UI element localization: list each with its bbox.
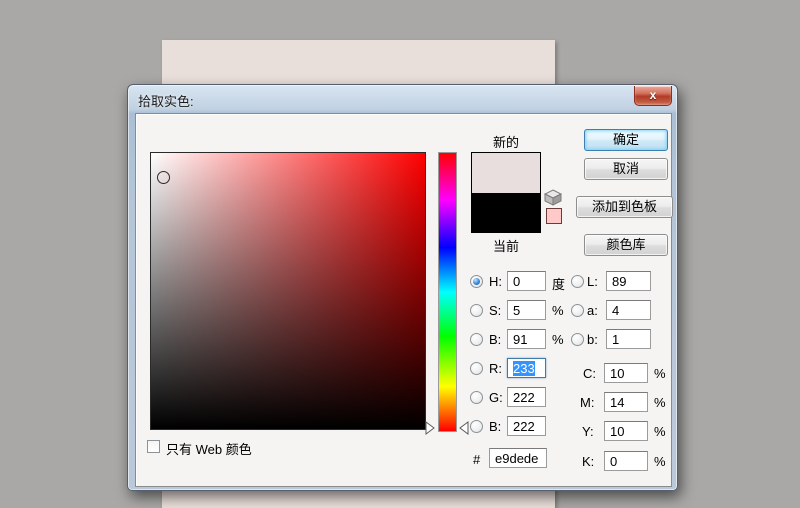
ok-button[interactable]: 确定 <box>584 129 668 151</box>
r-label: R: <box>489 361 502 376</box>
b-input[interactable]: 91 <box>507 329 546 349</box>
h-label: H: <box>489 274 502 289</box>
hue-slider-right-arrow-icon[interactable] <box>459 421 469 435</box>
lab-b-input[interactable]: 1 <box>606 329 651 349</box>
color-picker-dialog: 拾取实色: x 新的 当前 确定 取消 添加到色板 颜色库 H: 0 度 S: … <box>127 84 678 491</box>
hue-slider[interactable] <box>438 152 457 432</box>
k-label: K: <box>582 454 595 469</box>
add-to-swatches-button[interactable]: 添加到色板 <box>576 196 673 218</box>
m-unit: % <box>654 395 666 410</box>
new-color-label: 新的 <box>492 135 519 150</box>
close-icon: x <box>649 88 657 102</box>
h-unit: 度 <box>552 277 566 292</box>
color-field-marker[interactable] <box>157 171 170 184</box>
r-input[interactable]: 233 <box>507 358 546 378</box>
radio-b2[interactable] <box>470 420 483 433</box>
websafe-warning-cube-icon <box>544 189 562 206</box>
y-input[interactable]: 10 <box>604 421 648 441</box>
title-bar[interactable]: 拾取实色: x <box>128 85 677 112</box>
current-color-label: 当前 <box>492 239 519 254</box>
hue-slider-left-arrow-icon[interactable] <box>425 421 435 435</box>
web-only-checkbox[interactable] <box>147 440 160 453</box>
radio-lab-b[interactable] <box>571 333 584 346</box>
b2-label: B: <box>489 419 502 434</box>
a-input[interactable]: 4 <box>606 300 651 320</box>
a-label: a: <box>587 303 598 318</box>
s-unit: % <box>552 303 564 318</box>
k-unit: % <box>654 454 666 469</box>
l-label: L: <box>587 274 598 289</box>
color-libraries-button[interactable]: 颜色库 <box>584 234 668 256</box>
radio-r[interactable] <box>470 362 483 375</box>
b-unit: % <box>552 332 564 347</box>
hex-prefix: # <box>473 452 481 467</box>
y-label: Y: <box>582 424 594 439</box>
r-input-selected-text: 233 <box>513 361 535 376</box>
radio-h[interactable] <box>470 275 483 288</box>
websafe-color-swatch[interactable] <box>546 208 562 224</box>
color-field[interactable] <box>150 152 426 430</box>
m-input[interactable]: 14 <box>604 392 648 412</box>
g-input[interactable]: 222 <box>507 387 546 407</box>
l-input[interactable]: 89 <box>606 271 651 291</box>
y-unit: % <box>654 424 666 439</box>
new-color-swatch <box>472 153 540 193</box>
radio-s[interactable] <box>470 304 483 317</box>
b-label: B: <box>489 332 502 347</box>
radio-l[interactable] <box>571 275 584 288</box>
lab-b-label: b: <box>587 332 598 347</box>
s-input[interactable]: 5 <box>507 300 546 320</box>
k-input[interactable]: 0 <box>604 451 648 471</box>
m-label: M: <box>580 395 595 410</box>
s-label: S: <box>489 303 502 318</box>
hex-input[interactable]: e9dede <box>489 448 547 468</box>
h-input[interactable]: 0 <box>507 271 546 291</box>
c-unit: % <box>654 366 666 381</box>
cancel-button[interactable]: 取消 <box>584 158 668 180</box>
radio-b[interactable] <box>470 333 483 346</box>
c-label: C: <box>583 366 596 381</box>
c-input[interactable]: 10 <box>604 363 648 383</box>
color-compare-swatch <box>471 152 541 233</box>
close-button[interactable]: x <box>634 86 672 106</box>
web-only-label: 只有 Web 颜色 <box>166 442 252 457</box>
b2-input[interactable]: 222 <box>507 416 546 436</box>
window-title: 拾取实色: <box>138 94 194 109</box>
radio-g[interactable] <box>470 391 483 404</box>
radio-a[interactable] <box>571 304 584 317</box>
current-color-swatch <box>472 192 540 232</box>
g-label: G: <box>489 390 503 405</box>
